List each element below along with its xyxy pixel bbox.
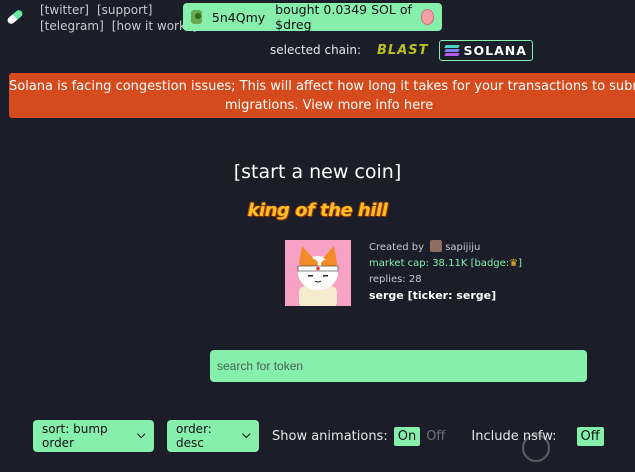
sort-value: sort: bump order — [42, 422, 108, 450]
coin-info: Created by sapijiju market cap: 38.11K [… — [369, 240, 522, 306]
coin-name: serge [ticker: serge] — [369, 289, 497, 302]
crown-icon: ♛ — [509, 258, 519, 269]
replies-count: replies: 28 — [369, 274, 422, 285]
badge-label: [badge: — [470, 258, 510, 269]
trade-ticker[interactable]: 5n4Qmy bought 0.0349 SOL of $dreg — [183, 2, 442, 32]
watermark-circle-icon — [522, 434, 550, 462]
chain-option-blast[interactable]: BLAST — [377, 43, 428, 58]
banner-line-1: Solana is facing congestion issues; This… — [9, 79, 635, 94]
start-new-coin-link[interactable]: [start a new coin] — [0, 161, 635, 183]
market-cap-row: market cap: 38.11K [badge:♛] — [369, 258, 523, 269]
coin-thumbnail — [285, 240, 351, 306]
market-cap: market cap: 38.11K — [369, 258, 468, 269]
order-value: order: desc — [176, 422, 212, 450]
creator-name[interactable]: sapijiju — [445, 242, 480, 253]
watermark-logo-icon — [522, 430, 632, 466]
solana-logo-icon — [443, 44, 460, 56]
king-of-the-hill-title: king of the hill — [247, 200, 388, 221]
featured-coin-card[interactable]: Created by sapijiju market cap: 38.11K [… — [285, 240, 525, 306]
chain-selector: selected chain: BLAST SOLANA — [270, 39, 533, 61]
ticker-action: bought 0.0349 SOL of $dreg — [275, 2, 412, 32]
banner-line-2[interactable]: migrations. View more info here — [9, 96, 635, 115]
animations-label: Show animations: — [272, 429, 388, 444]
creator-row: Created by sapijiju — [369, 240, 522, 256]
chevron-down-icon — [242, 429, 251, 438]
sort-select[interactable]: sort: bump order — [33, 420, 154, 452]
chain-option-solana[interactable]: SOLANA — [438, 39, 533, 61]
creator-avatar — [430, 240, 443, 252]
twitter-link[interactable]: [twitter] — [40, 3, 89, 17]
solana-label: SOLANA — [463, 42, 527, 58]
animations-off-button[interactable]: Off — [426, 429, 445, 444]
order-select[interactable]: order: desc — [167, 420, 259, 452]
ticker-user[interactable]: 5n4Qmy — [212, 10, 265, 25]
support-link[interactable]: [support] — [97, 3, 152, 17]
chain-label: selected chain: — [270, 43, 362, 57]
animations-on-button[interactable]: On — [393, 427, 421, 446]
created-by-label: Created by — [369, 242, 425, 253]
chevron-down-icon — [137, 429, 146, 438]
banner-info-link[interactable]: migrations. View more info here — [225, 98, 433, 113]
telegram-link[interactable]: [telegram] — [40, 19, 104, 33]
trader-avatar — [191, 10, 202, 24]
congestion-banner: Solana is facing congestion issues; This… — [9, 73, 635, 118]
pill-logo-icon[interactable] — [4, 6, 26, 28]
coin-icon[interactable] — [421, 9, 434, 25]
search-input[interactable] — [210, 350, 587, 382]
header-links: [twitter] [support] [telegram] [how it wor… — [40, 2, 205, 34]
